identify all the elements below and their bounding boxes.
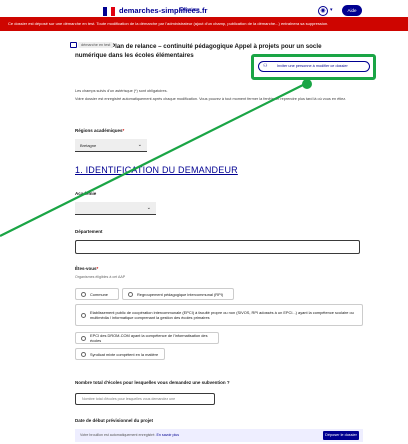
dossiers-link[interactable]: Dossiers (180, 7, 199, 13)
nb-ecoles-label: Nombre total d'écoles pour lesquelles vo… (75, 380, 230, 385)
radio-icon (128, 291, 133, 297)
chevron-down-icon: ⌄ (146, 205, 151, 211)
radio-epci-drom[interactable]: EPCI des DROM-COM ayant la compétence de… (75, 332, 219, 344)
autosave-note: Votre dossier est enregistré automatique… (75, 96, 347, 101)
departement-label: Département (75, 229, 103, 234)
radio-icon (81, 335, 86, 341)
etes-vous-label: Êtes-vous* (75, 266, 99, 271)
radio-label: EPCI des DROM-COM ayant la compétence de… (90, 333, 208, 343)
person-add-icon: ⚇ (263, 63, 268, 69)
academie-label: Académie (75, 191, 97, 196)
test-badge: démarche en test (78, 42, 114, 48)
radio-label: Regroupement pédagogique intercommunal (… (137, 291, 224, 297)
radio-label: Syndicat mixte compétent en la matière (90, 351, 159, 357)
region-value: Bretagne (80, 143, 97, 148)
radio-icon (81, 312, 86, 318)
radio-icon (81, 291, 86, 297)
test-warning-banner: Ce dossier est déposé sur une démarche e… (0, 17, 408, 31)
departement-input[interactable] (75, 240, 360, 254)
radio-commune[interactable]: Commune (75, 288, 119, 300)
radio-syndicat[interactable]: Syndicat mixte compétent en la matière (75, 348, 165, 360)
invite-button[interactable]: Inviter une personne à modifier ce dossi… (258, 61, 370, 72)
chevron-down-icon[interactable]: ▾ (330, 7, 333, 13)
region-label: Régions académiques* (75, 128, 125, 133)
region-label-text: Régions académiques (75, 128, 123, 133)
date-debut-label: Date de début prévisionnel du projet (75, 418, 154, 423)
submit-button[interactable]: Déposer le dossier (323, 431, 359, 440)
more-info-link[interactable]: En savoir plus (157, 433, 180, 437)
radio-rpi[interactable]: Regroupement pédagogique intercommunal (… (122, 288, 234, 300)
radio-label: Commune (90, 291, 108, 297)
required-note: Les champs suivis d'un astérisque (*) so… (75, 89, 168, 93)
nb-ecoles-input[interactable]: Nombre total d'écoles pour lesquelles vo… (75, 393, 215, 405)
etes-vous-label-text: Êtes-vous (75, 266, 97, 271)
radio-epci[interactable]: Etablissement public de coopération inte… (75, 304, 363, 326)
help-button[interactable]: Aide (342, 5, 362, 16)
region-select[interactable]: Bretagne ⌄ (75, 139, 147, 152)
etes-vous-hint: Organismes éligibles à cet AAP (75, 275, 126, 279)
arrow-head (302, 79, 312, 89)
academie-select[interactable]: ⌄ (75, 202, 156, 215)
chevron-down-icon: ⌄ (137, 142, 142, 148)
user-icon[interactable]: ◉ (318, 6, 328, 16)
autosave-text: Votre brouillon est automatiquement enre… (80, 433, 156, 437)
intro-text: Les champs suivis d'un astérisque (*) so… (75, 89, 365, 102)
marianne-flag-icon (103, 7, 115, 16)
section-title: 1. IDENTIFICATION DU DEMANDEUR (75, 165, 238, 175)
radio-icon (81, 351, 86, 357)
autosave-footer: Votre brouillon est automatiquement enre… (75, 429, 363, 442)
radio-label: Etablissement public de coopération inte… (90, 310, 354, 320)
